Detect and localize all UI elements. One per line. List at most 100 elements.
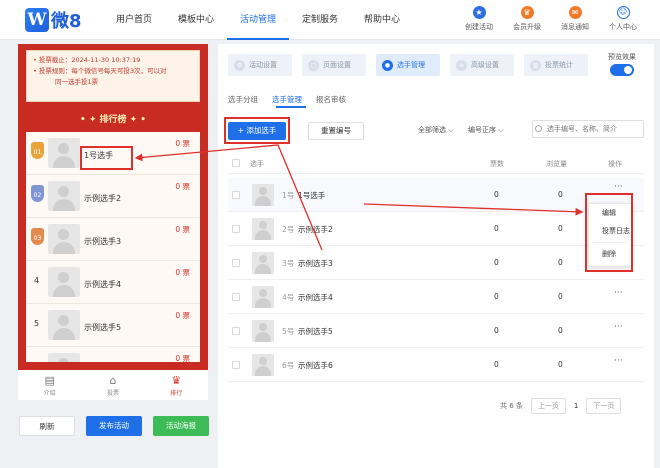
row-checkbox[interactable] — [232, 191, 240, 199]
player-views: 0 — [558, 258, 563, 267]
ranking-item[interactable]: 02 示例选手2 0 票 — [26, 175, 200, 218]
notice-rules-cont: 同一选手投1票 — [55, 78, 99, 86]
more-icon[interactable]: ··· — [614, 356, 623, 366]
ranking-item[interactable]: 0 票 — [26, 347, 200, 362]
rank-badge-bronze: 03 — [31, 228, 44, 245]
more-icon[interactable]: ··· — [614, 182, 623, 192]
player-views: 0 — [558, 224, 563, 233]
player-views: 0 — [558, 360, 563, 369]
nav-home[interactable]: 用户首页 — [103, 0, 165, 40]
ranking-item[interactable]: 03 示例选手3 0 票 — [26, 218, 200, 261]
player-views: 0 — [558, 326, 563, 335]
player-name: 1号选手 — [298, 191, 326, 200]
step-advanced-settings[interactable]: ≡ 高级设置 — [450, 54, 514, 76]
publish-button[interactable]: 发布活动 — [86, 416, 142, 436]
poster-button[interactable]: 活动海报 — [153, 416, 209, 436]
table-row: 6号 示例选手6 0 0 ··· — [228, 348, 644, 382]
tab-intro[interactable]: ▤ 介绍 — [30, 370, 70, 400]
player-name: 示例选手2 — [298, 225, 333, 234]
nav-templates[interactable]: 模板中心 — [165, 0, 227, 40]
preview-toggle[interactable] — [610, 64, 634, 76]
page-icon: ▢ — [308, 59, 319, 71]
select-all-checkbox[interactable] — [232, 159, 240, 167]
pagination: 共 6 条 上一页 1 下一页 — [500, 398, 622, 414]
tab-player-groups[interactable]: 选手分组 — [228, 94, 258, 105]
chart-icon: ▥ — [530, 59, 541, 71]
player-votes: 0 票 — [175, 225, 190, 234]
tab-vote[interactable]: ⌂ 投票 — [93, 370, 133, 400]
nav-activity-management[interactable]: 活动管理 — [227, 0, 289, 40]
row-checkbox[interactable] — [232, 225, 240, 233]
user-icon: ☺ — [616, 6, 630, 19]
settings-steps: ⚙ 活动设置 ▢ 页面设置 ● 选手管理 ≡ 高级设置 ▥ 投票统计 — [228, 54, 588, 76]
profile-button[interactable]: ☺ 个人中心 — [602, 6, 644, 32]
sort-dropdown[interactable]: 编号正序 ⌵ — [468, 125, 504, 135]
player-name: 示例选手5 — [84, 323, 122, 332]
avatar — [252, 320, 274, 342]
table-row: 4号 示例选手4 0 0 ··· — [228, 280, 644, 314]
annotation-box-player-name — [80, 146, 133, 170]
create-activity-label: 创建活动 — [465, 23, 493, 31]
player-name: 示例选手3 — [298, 259, 333, 268]
row-checkbox[interactable] — [232, 259, 240, 267]
reset-number-button[interactable]: 重置编号 — [308, 122, 364, 140]
nav-custom-service[interactable]: 定制服务 — [289, 0, 351, 40]
nav-help[interactable]: 帮助中心 — [351, 0, 413, 40]
column-views: 浏览量 — [546, 160, 567, 168]
search-icon — [535, 125, 542, 132]
header-actions: ★ 创建活动 ♛ 会员升级 ✉ 消息通知 ☺ 个人中心 — [458, 6, 644, 32]
avatar — [252, 252, 274, 274]
filter-dropdown[interactable]: 全部筛选 ⌵ — [418, 125, 454, 135]
table-row: 1号 1号选手 0 0 ··· — [228, 178, 644, 212]
player-votes: 0 — [494, 326, 499, 335]
rank-badge-silver: 02 — [31, 185, 44, 202]
column-votes: 票数 — [490, 160, 504, 168]
ranking-item[interactable]: 4 示例选手4 0 票 — [26, 261, 200, 304]
avatar — [48, 267, 80, 297]
member-upgrade-button[interactable]: ♛ 会员升级 — [506, 6, 548, 32]
current-page[interactable]: 1 — [574, 402, 578, 410]
refresh-button[interactable]: 刷新 — [19, 416, 75, 436]
logo[interactable]: W 微8 — [25, 7, 82, 33]
row-checkbox[interactable] — [232, 293, 240, 301]
player-name: 示例选手2 — [84, 194, 122, 203]
tab-intro-label: 介绍 — [43, 390, 56, 397]
row-checkbox[interactable] — [232, 361, 240, 369]
player-votes: 0 票 — [175, 354, 190, 362]
notifications-button[interactable]: ✉ 消息通知 — [554, 6, 596, 32]
next-page-button[interactable]: 下一页 — [586, 398, 622, 414]
column-player: 选手 — [250, 160, 264, 168]
row-checkbox[interactable] — [232, 327, 240, 335]
star-icon: ★ — [472, 6, 486, 19]
player-name: 示例选手4 — [298, 293, 333, 302]
create-activity-button[interactable]: ★ 创建活动 — [458, 6, 500, 32]
tab-player-management[interactable]: 选手管理 — [272, 94, 302, 105]
preview-toggle-group: 预览效果 — [608, 52, 636, 76]
step-vote-stats[interactable]: ▥ 投票统计 — [524, 54, 588, 76]
rank-number: 5 — [34, 319, 40, 328]
player-name: 示例选手4 — [84, 280, 122, 289]
step-page-settings[interactable]: ▢ 页面设置 — [302, 54, 366, 76]
tab-ranking[interactable]: ♛ 排行 — [156, 370, 196, 400]
player-votes: 0 — [494, 190, 499, 199]
member-upgrade-label: 会员升级 — [513, 23, 541, 31]
more-icon[interactable]: ··· — [614, 288, 623, 298]
more-icon[interactable]: ··· — [614, 322, 623, 332]
table-row: 5号 示例选手5 0 0 ··· — [228, 314, 644, 348]
avatar — [252, 286, 274, 308]
tab-signup-review[interactable]: 报名审核 — [316, 94, 346, 105]
search-input[interactable] — [532, 120, 644, 138]
step-label: 页面设置 — [323, 61, 351, 69]
user-icon: ● — [382, 59, 393, 71]
avatar — [252, 184, 274, 206]
ranking-item[interactable]: 5 示例选手5 0 票 — [26, 304, 200, 347]
step-activity-settings[interactable]: ⚙ 活动设置 — [228, 54, 292, 76]
prev-page-button[interactable]: 上一页 — [530, 398, 566, 414]
column-ops: 操作 — [608, 160, 622, 168]
tab-vote-label: 投票 — [106, 390, 119, 397]
avatar — [48, 310, 80, 340]
avatar — [48, 224, 80, 254]
document-icon: ▤ — [44, 374, 55, 387]
player-number: 3号 — [282, 259, 295, 268]
step-player-management[interactable]: ● 选手管理 — [376, 54, 440, 76]
